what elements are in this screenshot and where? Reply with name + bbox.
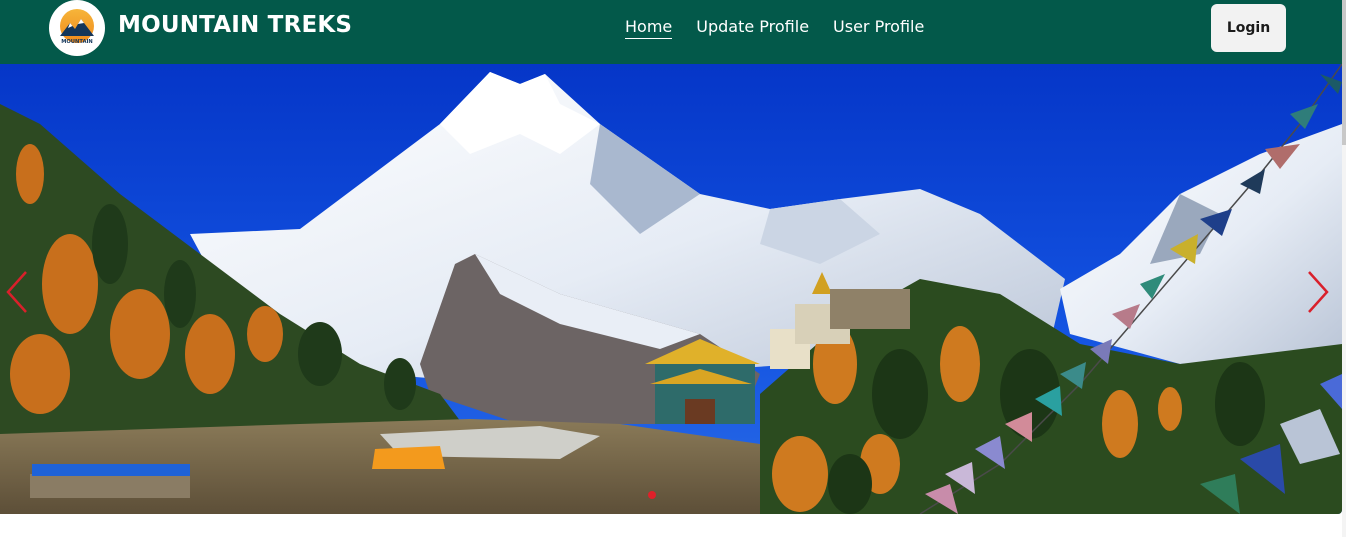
- nav-link-home[interactable]: Home: [625, 17, 673, 39]
- brand-name[interactable]: MOUNTAIN TREKS: [118, 12, 352, 38]
- nav-links: Home Update Profile User Profile: [625, 17, 924, 39]
- login-button[interactable]: Login: [1211, 4, 1286, 52]
- nav-link-update-profile[interactable]: Update Profile: [696, 17, 809, 39]
- carousel-indicator-active[interactable]: [648, 491, 656, 499]
- hero-carousel: [0, 64, 1342, 514]
- chevron-right-icon: [1308, 271, 1329, 313]
- logo[interactable]: MOUNTAIN: [49, 0, 105, 56]
- hero-mountain-image: [0, 64, 1342, 514]
- mountain-logo-icon: MOUNTAIN: [60, 9, 94, 45]
- chevron-left-icon: [6, 271, 27, 313]
- carousel-prev-button[interactable]: [2, 267, 32, 317]
- nav-link-user-profile[interactable]: User Profile: [833, 17, 924, 39]
- top-navbar: MOUNTAIN MOUNTAIN TREKS Home Update Prof…: [0, 0, 1346, 64]
- carousel-next-button[interactable]: [1303, 267, 1333, 317]
- svg-text:MOUNTAIN: MOUNTAIN: [61, 39, 93, 45]
- page-scrollbar-thumb[interactable]: [1342, 0, 1346, 145]
